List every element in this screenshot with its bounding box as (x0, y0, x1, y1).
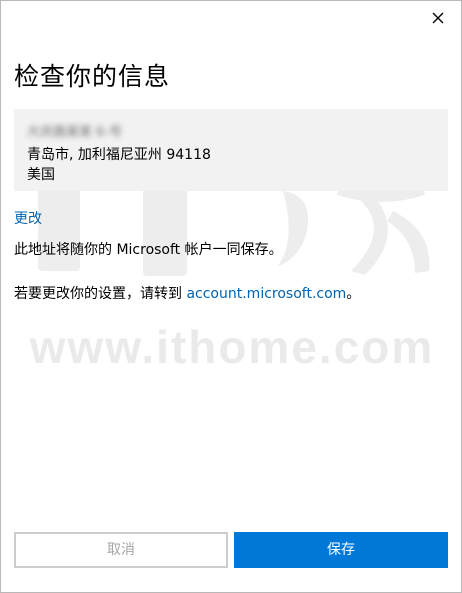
close-button[interactable] (429, 9, 447, 27)
settings-text: 若要更改你的设置，请转到 account.microsoft.com。 (14, 283, 360, 303)
settings-text-prefix: 若要更改你的设置，请转到 (14, 286, 187, 302)
save-info-text: 此地址将随你的 Microsoft 帐户一同保存。 (14, 242, 283, 258)
watermark-text: www.ithome.com (29, 321, 435, 373)
address-name-blurred: 大庆路某某 6-号 (27, 125, 123, 140)
review-info-dialog: www.ithome.com 检查你的信息 大庆路某某 6-号 青岛市, 加利福… (0, 0, 462, 593)
change-address-link[interactable]: 更改 (14, 208, 42, 228)
save-button[interactable]: 保存 (234, 532, 448, 568)
settings-text-suffix: 。 (346, 286, 361, 302)
cancel-button[interactable]: 取消 (14, 532, 228, 568)
account-settings-link[interactable]: account.microsoft.com (186, 286, 346, 302)
close-icon (432, 12, 444, 24)
address-line-country: 美国 (27, 167, 55, 183)
dialog-title: 检查你的信息 (14, 62, 171, 91)
address-card: 大庆路某某 6-号 青岛市, 加利福尼亚州 94118 美国 (14, 109, 448, 191)
address-line-city: 青岛市, 加利福尼亚州 94118 (27, 147, 211, 163)
